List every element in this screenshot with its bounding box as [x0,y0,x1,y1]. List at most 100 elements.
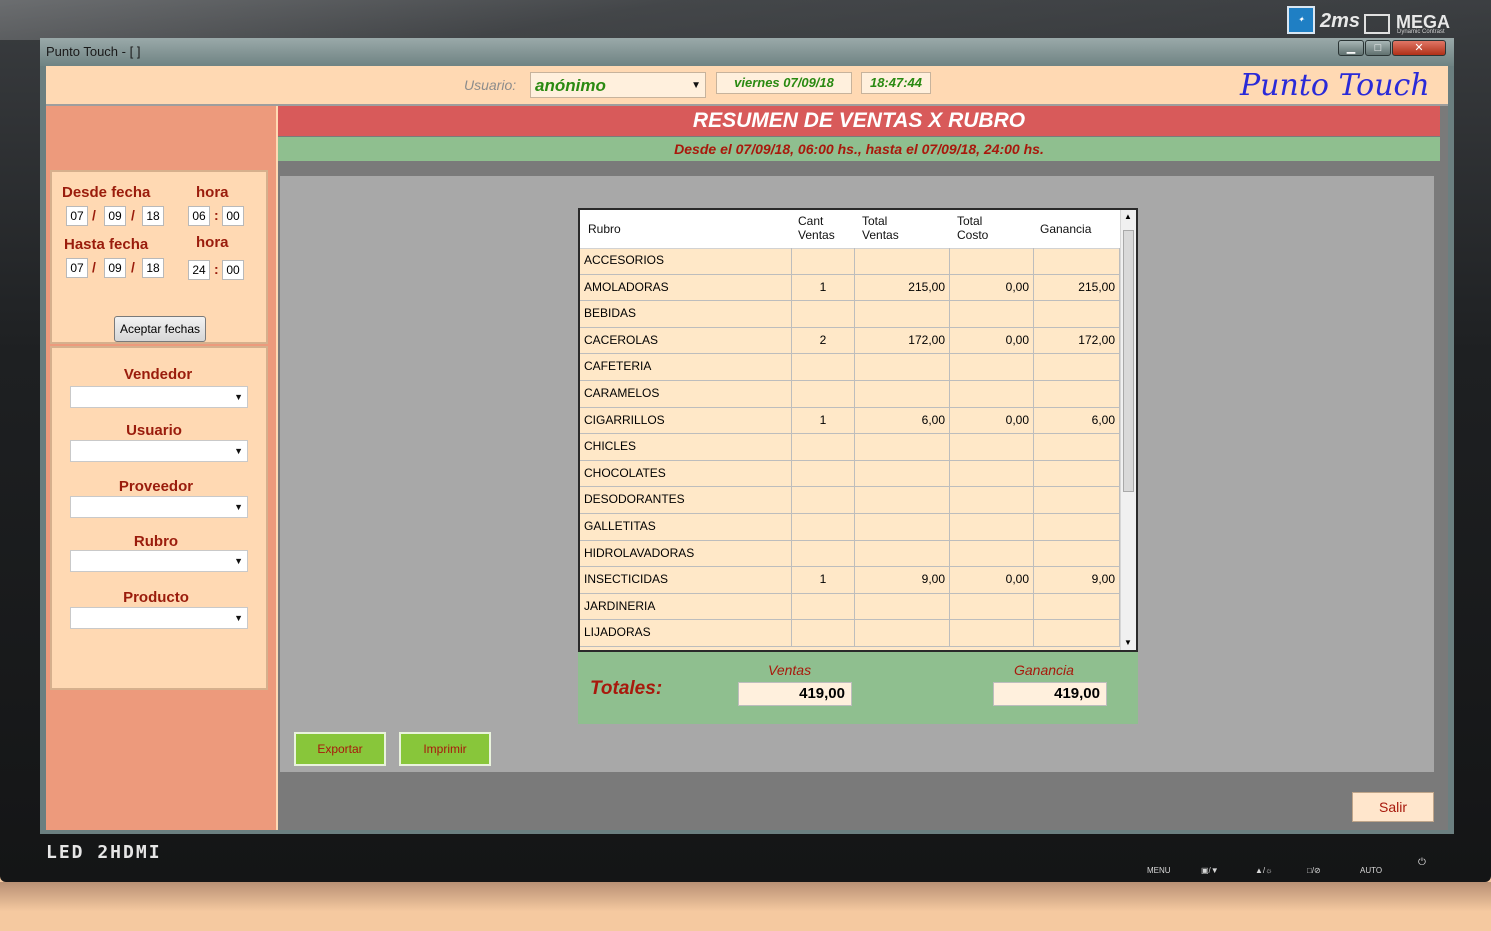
rubro-cell: ACCESORIOS [580,248,792,274]
table-row[interactable]: CAFETERIA [580,354,1120,381]
total-ventas-cell [855,620,950,646]
chevron-down-icon: ▼ [234,392,243,402]
export-button[interactable]: Exportar [294,732,386,766]
to-day-input[interactable]: 07 [66,258,88,278]
cant-ventas-cell [792,248,855,274]
date-range-panel: Desde fecha hora 07 / 09 / 18 06 : 00 Ha… [50,170,268,344]
to-year-input[interactable]: 18 [142,258,164,278]
total-costo-cell [950,301,1034,327]
to-minute-input[interactable]: 00 [222,260,244,280]
rubro-select[interactable]: ▼ [70,550,248,572]
to-hour-input[interactable]: 24 [188,260,210,280]
ganancia-cell [1034,620,1120,646]
cant-ventas-cell [792,381,855,407]
monitor-power-button[interactable]: ⏻ [1418,857,1426,868]
from-month-input[interactable]: 09 [104,206,126,226]
rubro-cell: CARAMELOS [580,381,792,407]
ganancia-cell [1034,434,1120,460]
monitor-button-menu[interactable]: MENU [1147,866,1171,875]
column-header-rubro[interactable]: Rubro [588,222,621,236]
total-ventas-cell [855,381,950,407]
cant-ventas-cell [792,434,855,460]
total-costo-cell [950,487,1034,513]
total-ventas-cell [855,593,950,620]
vertical-scrollbar[interactable]: ▲ ▼ [1120,210,1136,650]
window-title: Punto Touch - [ ] [46,44,141,59]
ganancia-cell [1034,460,1120,487]
table-row[interactable]: JARDINERIA [580,593,1120,621]
from-year-input[interactable]: 18 [142,206,164,226]
ganancia-cell [1034,540,1120,567]
rubro-cell: CAFETERIA [580,354,792,380]
table-row[interactable]: CIGARRILLOS 1 6,00 0,00 6,00 [580,407,1120,435]
to-month-input[interactable]: 09 [104,258,126,278]
total-costo-cell: 0,00 [950,567,1034,593]
monitor-button-input[interactable]: ▣/▼ [1201,866,1219,875]
total-ventas-cell [855,514,950,540]
report-content: Rubro Cant Ventas Total Ventas Total Cos… [280,176,1434,772]
filter-sidebar: Desde fecha hora 07 / 09 / 18 06 : 00 Ha… [46,106,276,830]
cant-ventas-cell: 1 [792,567,855,593]
sales-grid[interactable]: Rubro Cant Ventas Total Ventas Total Cos… [578,208,1138,652]
table-row[interactable]: CACEROLAS 2 172,00 0,00 172,00 [580,327,1120,355]
table-row[interactable]: BEBIDAS [580,301,1120,328]
from-hour-label: hora [196,184,229,201]
table-row[interactable]: DESODORANTES [580,487,1120,514]
total-ventas-cell [855,540,950,567]
maximize-button[interactable]: □ [1365,40,1391,56]
scroll-up-icon[interactable]: ▲ [1124,212,1132,221]
total-costo-cell: 0,00 [950,407,1034,434]
total-ventas-cell [855,248,950,274]
print-button[interactable]: Imprimir [399,732,491,766]
report-title: RESUMEN DE VENTAS X RUBRO [278,106,1440,136]
from-minute-input[interactable]: 00 [222,206,244,226]
chevron-down-icon: ▼ [691,80,701,91]
table-row[interactable]: HIDROLAVADORAS [580,540,1120,568]
ganancia-cell [1034,381,1120,407]
app-brand-title: Punto Touch [1240,68,1430,103]
vendedor-select[interactable]: ▼ [70,386,248,408]
cant-ventas-cell [792,593,855,620]
monitor-button-brightness[interactable]: ▲/☼ [1255,866,1272,875]
table-row[interactable]: CHOCOLATES [580,460,1120,488]
cant-ventas-cell [792,460,855,487]
table-row[interactable]: ACCESORIOS [580,248,1120,275]
total-ventas-cell [855,354,950,380]
usuario-select[interactable]: ▼ [70,440,248,462]
scroll-thumb[interactable] [1123,230,1134,492]
proveedor-select[interactable]: ▼ [70,496,248,518]
total-ventas-cell [855,301,950,327]
total-costo-cell [950,620,1034,646]
accept-dates-button[interactable]: Aceptar fechas [114,316,206,342]
vendedor-label: Vendedor [123,366,193,383]
exit-button[interactable]: Salir [1352,792,1434,822]
user-select[interactable]: anónimo ▼ [530,72,706,98]
total-ventas-cell: 6,00 [855,407,950,434]
scroll-down-icon[interactable]: ▼ [1124,638,1132,647]
total-costo-cell [950,514,1034,540]
header-bar: Usuario: anónimo ▼ viernes 07/09/18 18:4… [46,66,1448,106]
total-costo-cell [950,434,1034,460]
monitor-button-auto[interactable]: AUTO [1360,866,1382,875]
column-header-ganancia[interactable]: Ganancia [1040,222,1091,236]
from-day-input[interactable]: 07 [66,206,88,226]
from-hour-input[interactable]: 06 [188,206,210,226]
column-header-cant-ventas[interactable]: Cant Ventas [798,214,835,242]
ganancia-cell [1034,514,1120,540]
table-row[interactable]: INSECTICIDAS 1 9,00 0,00 9,00 [580,567,1120,594]
producto-select[interactable]: ▼ [70,607,248,629]
table-row[interactable]: GALLETITAS [580,514,1120,541]
total-ventas-cell [855,460,950,487]
cant-ventas-cell: 1 [792,407,855,434]
column-header-total-costo[interactable]: Total Costo [957,214,988,242]
table-row[interactable]: CHICLES [580,434,1120,461]
column-header-total-ventas[interactable]: Total Ventas [862,214,899,242]
bezel-highlight [0,0,1491,40]
table-row[interactable]: AMOLADORAS 1 215,00 0,00 215,00 [580,274,1120,302]
app-window: Punto Touch - [ ] ▁ □ ✕ Usuario: anónimo… [40,38,1454,834]
table-row[interactable]: CARAMELOS [580,381,1120,408]
monitor-button-mode[interactable]: □/⊘ [1307,866,1321,875]
minimize-button[interactable]: ▁ [1338,40,1364,56]
table-row[interactable]: LIJADORAS [580,620,1120,647]
close-button[interactable]: ✕ [1392,40,1446,56]
